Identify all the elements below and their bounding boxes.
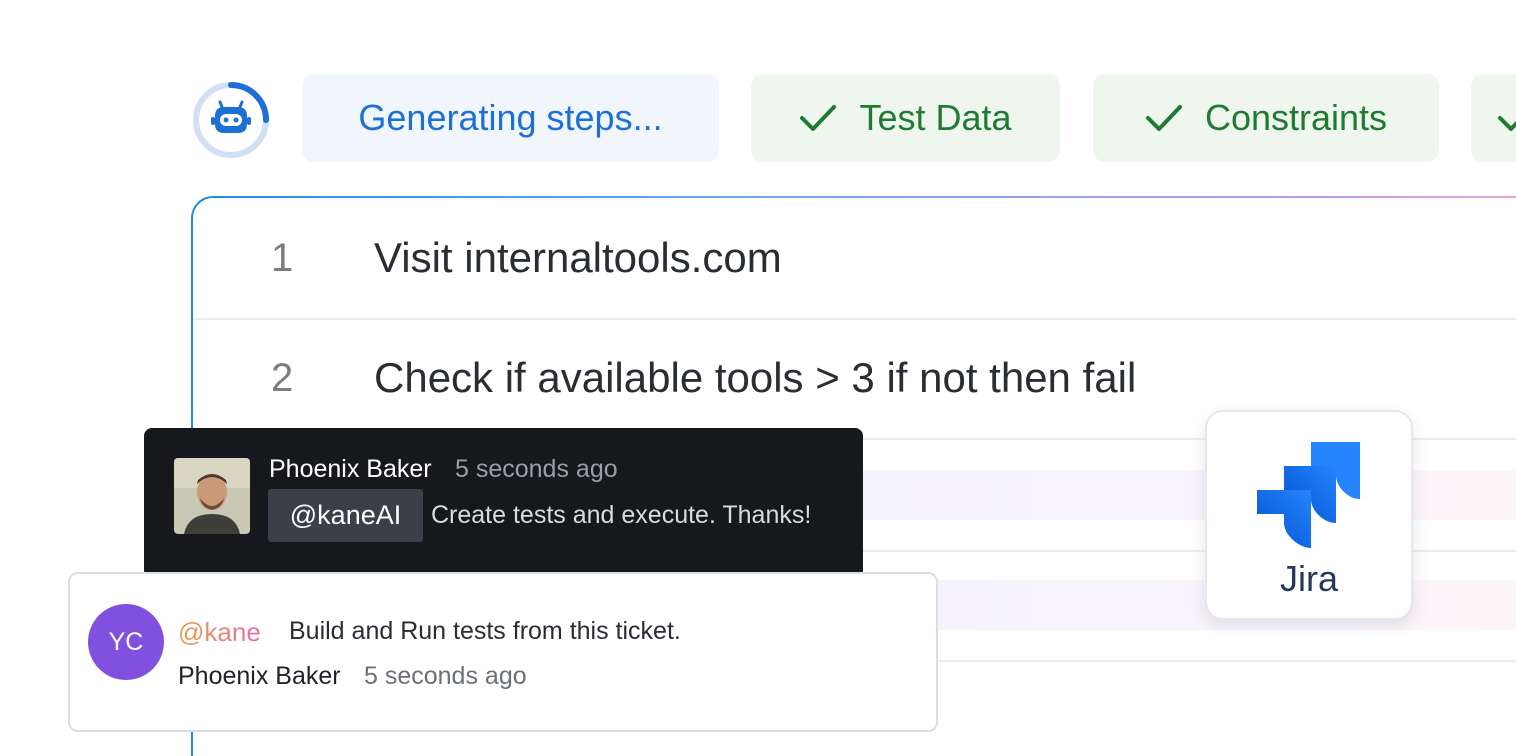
comment-message: Create tests and execute. Thanks! [431,501,812,529]
step-text: Visit internaltools.com [374,234,782,281]
checkmark-icon [1145,105,1182,131]
jira-integration-card[interactable]: Jira [1205,410,1413,620]
checkmark-icon [1498,116,1516,131]
mention-link[interactable]: @kane [178,617,261,648]
test-data-status[interactable]: Test Data [751,74,1060,162]
dark-comment-card: Phoenix Baker 5 seconds ago @kaneAI Crea… [144,428,863,578]
agent-progress-icon [191,80,271,160]
test-data-label: Test Data [859,97,1012,138]
comment-author: Phoenix Baker [178,662,341,690]
generating-steps-status: Generating steps... [302,74,719,162]
comment-timestamp: 5 seconds ago [364,662,527,690]
comment-timestamp: 5 seconds ago [455,455,618,483]
mention-chip[interactable]: @kaneAI [268,489,423,542]
jira-icon [1257,442,1360,548]
checkmark-icon [800,105,837,131]
step-number: 2 [271,356,294,400]
constraints-label: Constraints [1204,97,1388,138]
step-number: 1 [271,236,294,280]
light-comment-card: YC @kane Build and Run tests from this t… [68,572,938,732]
step-text: Check if available tools > 3 if not then… [374,354,1137,401]
constraints-status[interactable]: Constraints [1093,74,1439,162]
comment-message: Build and Run tests from this ticket. [289,617,681,645]
jira-label: Jira [1279,558,1338,599]
author-photo [174,458,250,534]
test-step-row[interactable]: 1 Visit internaltools.com [193,198,1516,320]
generating-steps-label: Generating steps... [358,97,663,138]
additional-status[interactable] [1471,74,1516,162]
avatar: YC [88,604,164,680]
comment-author: Phoenix Baker [269,455,432,483]
avatar-initials: YC [108,627,144,656]
